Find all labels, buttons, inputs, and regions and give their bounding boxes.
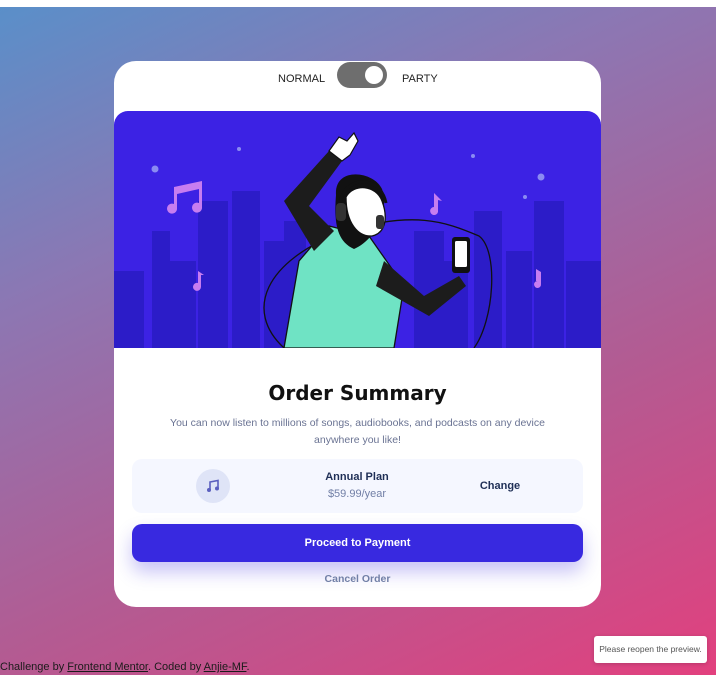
plan-box: Annual Plan $59.99/year Change	[132, 459, 583, 513]
music-note-glyph	[207, 479, 219, 492]
mode-toggle-switch[interactable]	[337, 62, 387, 88]
toggle-label-party: PARTY	[402, 73, 438, 85]
attribution-prefix: Challenge by	[0, 661, 68, 673]
toggle-label-normal: NORMAL	[278, 73, 326, 85]
attribution: Challenge by Frontend Mentor. Coded by A…	[0, 661, 250, 673]
cancel-order-button[interactable]: Cancel Order	[114, 573, 601, 585]
mode-toggle-row: NORMAL PARTY	[114, 61, 601, 101]
order-summary-title: Order Summary	[268, 381, 447, 405]
plan-price: $59.99/year	[327, 488, 387, 500]
preview-toast: Please reopen the preview.	[594, 636, 707, 663]
plan-name: Annual Plan	[325, 471, 389, 483]
author-link[interactable]: Anjie-MF	[204, 661, 247, 673]
change-plan-link[interactable]: Change	[472, 480, 528, 492]
dancing-person-illustration	[114, 131, 601, 348]
toggle-knob	[365, 66, 383, 84]
music-note-icon	[196, 469, 230, 503]
attribution-middle: . Coded by	[148, 661, 204, 673]
hero-illustration	[114, 111, 601, 348]
order-summary-card: NORMAL PARTY Order Summary You can now l…	[114, 61, 601, 607]
proceed-to-payment-button[interactable]: Proceed to Payment	[132, 524, 583, 562]
attribution-suffix: .	[246, 661, 250, 673]
order-description: You can now listen to millions of songs,…	[170, 417, 545, 446]
frontend-mentor-link[interactable]: Frontend Mentor	[67, 661, 148, 673]
